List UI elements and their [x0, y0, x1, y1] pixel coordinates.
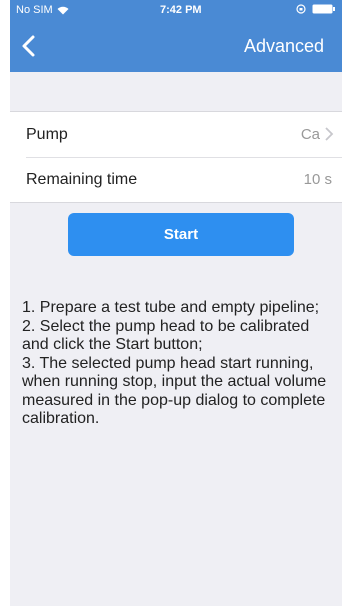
carrier-label: No SIM — [16, 4, 53, 16]
pump-value: Ca — [300, 126, 320, 143]
page-title: Advanced — [243, 36, 324, 56]
instruction-step-3: 3. The selected pump head start running,… — [22, 354, 327, 428]
start-button[interactable]: Start — [68, 213, 294, 256]
instruction-step-1: 1. Prepare a test tube and empty pipelin… — [22, 299, 320, 316]
instruction-step-2: 2. Select the pump head to be calibrated… — [22, 317, 310, 354]
pump-row[interactable]: Pump Ca — [10, 112, 342, 157]
remaining-time-label: Remaining time — [26, 170, 138, 188]
wifi-icon — [57, 6, 69, 14]
instructions-text: 1. Prepare a test tube and empty pipelin… — [22, 299, 340, 429]
remaining-time-value: 10 s — [303, 171, 332, 188]
carrier-info: No SIM — [16, 4, 69, 16]
status-bar: No SIM 7:42 PM — [10, 0, 342, 20]
pump-label: Pump — [26, 125, 68, 143]
battery-icon — [312, 4, 335, 14]
clock: 7:42 PM — [160, 4, 202, 16]
orientation-lock-icon — [296, 4, 306, 14]
chevron-right-icon — [325, 127, 334, 141]
status-right — [296, 4, 336, 14]
settings-group: Pump Ca Remaining time 10 s — [10, 111, 342, 203]
navigation-bar: Advanced — [10, 20, 342, 72]
remaining-time-row: Remaining time 10 s — [10, 157, 342, 202]
chevron-left-icon — [22, 35, 35, 57]
back-button[interactable] — [18, 34, 42, 58]
app-screen: No SIM 7:42 PM Advanced Pump Ca Remainin… — [10, 0, 342, 606]
